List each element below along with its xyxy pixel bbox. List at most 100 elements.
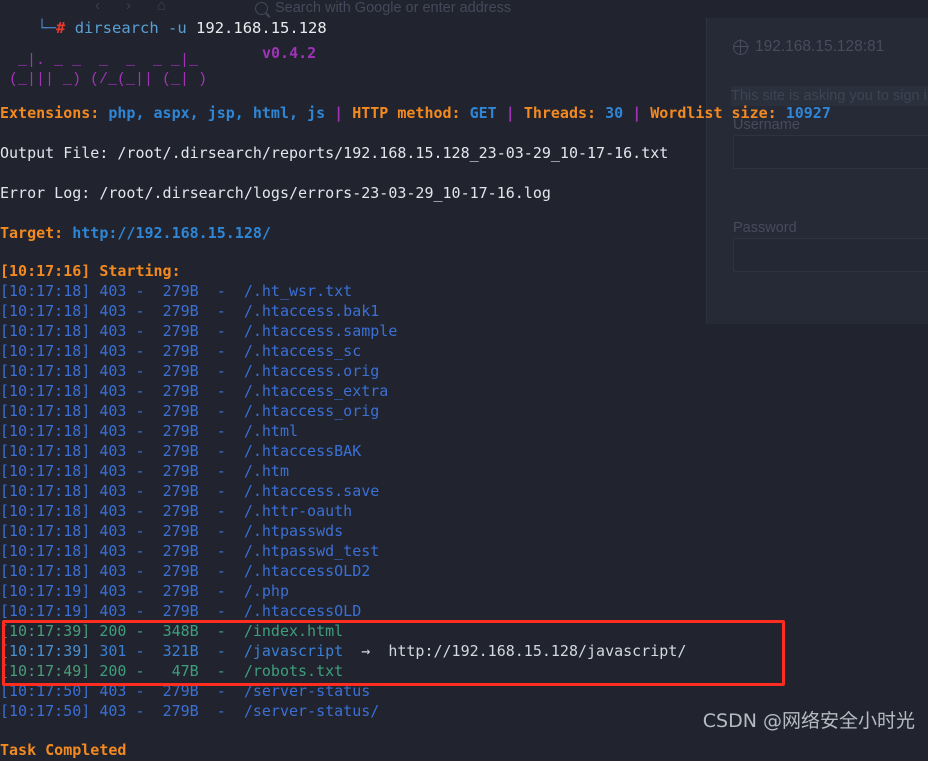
result-status-code: 403 -: [90, 482, 163, 500]
result-row: [10:17:19] 403 - 279B - /.htaccessOLD: [0, 601, 686, 621]
result-path: /.htaccess_orig: [234, 402, 380, 420]
starting-label: Starting:: [99, 262, 181, 280]
result-size: 279B -: [162, 462, 235, 480]
error-log-line: Error Log: /root/.dirsearch/logs/errors-…: [0, 183, 551, 203]
result-status-code: 403 -: [90, 342, 163, 360]
result-path: /robots.txt: [234, 662, 344, 680]
result-timestamp: [10:17:49]: [0, 662, 91, 680]
result-timestamp: [10:17:18]: [0, 542, 91, 560]
prompt-corner-glyph: └─: [37, 19, 56, 37]
result-size: 279B -: [162, 282, 235, 300]
result-path: /index.html: [234, 622, 344, 640]
result-size: 279B -: [162, 682, 235, 700]
result-timestamp: [10:17:18]: [0, 522, 91, 540]
result-size: 321B -: [162, 642, 235, 660]
result-timestamp: [10:17:18]: [0, 442, 91, 460]
result-row: [10:17:18] 403 - 279B - /.htaccess_orig: [0, 401, 686, 421]
result-timestamp: [10:17:39]: [0, 642, 91, 660]
result-row: [10:17:18] 403 - 279B - /.httr-oauth: [0, 501, 686, 521]
result-size: 47B -: [162, 662, 235, 680]
scan-parameters-line: Extensions: php, aspx, jsp, html, js | H…: [0, 103, 831, 123]
dirsearch-ascii-logo: _|. _ _ _ _ _ _|_ (_||| _) (/_(_|| (_| ): [9, 52, 208, 88]
target-label: Target:: [0, 224, 64, 242]
result-timestamp: [10:17:39]: [0, 622, 91, 640]
result-size: 279B -: [162, 322, 235, 340]
result-path: /.htaccessOLD: [234, 602, 362, 620]
result-path: /.htaccessBAK: [234, 442, 362, 460]
prompt-flag: -u: [168, 19, 187, 37]
result-status-code: 403 -: [90, 302, 163, 320]
result-path: /.htaccess.sample: [234, 322, 398, 340]
result-size: 279B -: [162, 702, 235, 720]
result-size: 279B -: [162, 542, 235, 560]
result-status-code: 403 -: [90, 322, 163, 340]
prompt-symbol: #: [56, 19, 66, 37]
result-timestamp: [10:17:19]: [0, 582, 91, 600]
result-timestamp: [10:17:18]: [0, 322, 91, 340]
error-log-path: /root/.dirsearch/logs/errors-23-03-29_10…: [99, 184, 551, 202]
result-status-code: 403 -: [90, 282, 163, 300]
scan-results-list: [10:17:16] Starting: [10:17:18] 403 - 27…: [0, 261, 686, 721]
terminal-output[interactable]: └─# dirsearch -u 192.168.15.128 _|. _ _ …: [0, 0, 928, 761]
version-label: v0.4.2: [262, 44, 317, 62]
result-size: 348B -: [162, 622, 235, 640]
wordlist-label: Wordlist size:: [650, 104, 777, 122]
result-path: /javascript: [234, 642, 344, 660]
result-path: /.htaccess_sc: [234, 342, 362, 360]
result-status-code: 403 -: [90, 602, 163, 620]
result-status-code: 403 -: [90, 442, 163, 460]
result-path: /.html: [234, 422, 299, 440]
result-row: [10:17:50] 403 - 279B - /server-status/: [0, 701, 686, 721]
threads-label: Threads:: [523, 104, 597, 122]
result-status-code: 403 -: [90, 362, 163, 380]
result-size: 279B -: [162, 422, 235, 440]
result-timestamp: [10:17:18]: [0, 302, 91, 320]
task-completed-label: Task Completed: [0, 741, 127, 759]
threads-value: 30: [605, 104, 624, 122]
result-timestamp: [10:17:18]: [0, 422, 91, 440]
result-path: /.htaccessOLD2: [234, 562, 371, 580]
result-path: /.httr-oauth: [234, 502, 353, 520]
result-row: [10:17:39] 301 - 321B - /javascript → ht…: [0, 641, 686, 661]
result-path: /.php: [234, 582, 289, 600]
result-status-code: 403 -: [90, 382, 163, 400]
result-row: [10:17:18] 403 - 279B - /.htaccess.bak1: [0, 301, 686, 321]
result-row: [10:17:50] 403 - 279B - /server-status: [0, 681, 686, 701]
result-path: /.htpasswds: [234, 522, 344, 540]
http-method-value: GET: [469, 104, 497, 122]
result-status-code: 403 -: [90, 702, 163, 720]
result-status-code: 200 -: [90, 622, 163, 640]
result-row: [10:17:49] 200 - 47B - /robots.txt: [0, 661, 686, 681]
meta-separator-1: |: [334, 104, 344, 122]
output-file-line: Output File: /root/.dirsearch/reports/19…: [0, 143, 668, 163]
result-timestamp: [10:17:50]: [0, 682, 91, 700]
meta-separator-3: |: [632, 104, 642, 122]
result-path: /.ht_wsr.txt: [234, 282, 353, 300]
result-row: [10:17:18] 403 - 279B - /.htaccess_sc: [0, 341, 686, 361]
result-timestamp: [10:17:19]: [0, 602, 91, 620]
target-url: http://192.168.15.128/: [72, 224, 271, 242]
error-log-label: Error Log:: [0, 184, 91, 202]
prompt-command: dirsearch: [74, 19, 159, 37]
extensions-label: Extensions:: [0, 104, 100, 122]
prompt-argument: 192.168.15.128: [196, 19, 327, 37]
result-timestamp: [10:17:18]: [0, 282, 91, 300]
result-status-code: 403 -: [90, 542, 163, 560]
result-row: [10:17:18] 403 - 279B - /.htaccessBAK: [0, 441, 686, 461]
result-row: [10:17:18] 403 - 279B - /.htpasswds: [0, 521, 686, 541]
task-completed-line: Task Completed: [0, 740, 126, 760]
result-status-code: 403 -: [90, 502, 163, 520]
target-line: Target: http://192.168.15.128/: [0, 223, 271, 243]
result-path: /.htaccess_extra: [234, 382, 389, 400]
result-row: [10:17:18] 403 - 279B - /.htpasswd_test: [0, 541, 686, 561]
result-size: 279B -: [162, 402, 235, 420]
starting-time: [10:17:16]: [0, 262, 91, 280]
meta-separator-2: |: [505, 104, 515, 122]
result-size: 279B -: [162, 342, 235, 360]
result-row: [10:17:18] 403 - 279B - /.html: [0, 421, 686, 441]
output-file-label: Output File:: [0, 144, 109, 162]
result-status-code: 403 -: [90, 562, 163, 580]
wordlist-value: 10927: [785, 104, 831, 122]
result-status-code: 403 -: [90, 422, 163, 440]
result-timestamp: [10:17:18]: [0, 362, 91, 380]
